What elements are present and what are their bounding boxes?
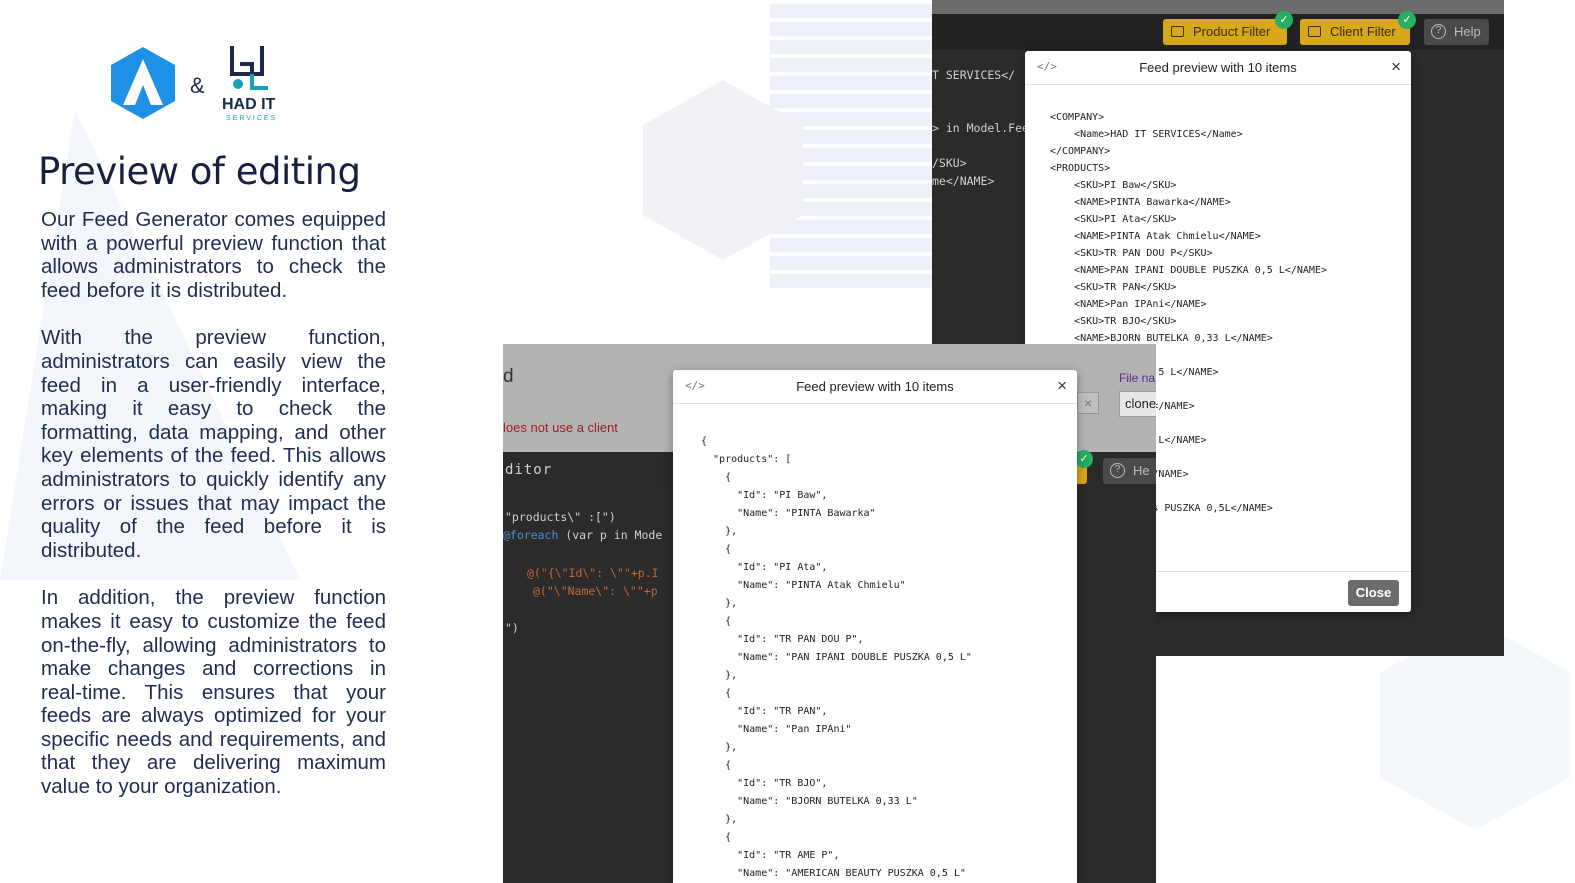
paragraph: In addition, the preview function makes … [41,586,386,799]
code-line: @("{\"Id\": \""+p.I [527,566,659,580]
preview-line: }, [701,598,738,609]
had-it-brand-text: HAD IT [222,96,276,113]
code-line: "products\" :[") [505,510,616,524]
preview-line: <NAME>PINTA Bawarka</NAME> [1050,197,1231,208]
preview-line: <Name>HAD IT SERVICES</Name> [1050,129,1243,140]
json-preview-content: { "products": [ { "Id": "PI Baw", "Name"… [701,433,1077,883]
check-icon: ✓ [1398,11,1416,29]
ampersand: & [190,73,205,98]
client-warning: loes not use a client [503,420,618,435]
slide-title: Preview of editing [38,150,361,193]
had-it-mark-icon [230,46,268,90]
preview-line: { [701,436,708,447]
preview-line: "Id": "TR PAN", [701,706,828,717]
help-label: Help [1454,24,1481,39]
code-text: (var p in Mode [558,528,663,542]
clear-icon[interactable]: × [1077,392,1099,414]
help-label: He [1133,463,1150,478]
preview-line: { [701,616,732,627]
code-fragment: /SKU> [932,156,967,170]
preview-line: "Name": "Pan IPAni" [701,724,852,735]
check-icon: ✓ [1275,11,1293,29]
preview-line: "Id": "PI Baw", [701,490,828,501]
preview-line: { [701,472,732,483]
code-keyword: @foreach [503,528,559,542]
close-button[interactable]: Close [1348,580,1399,606]
paragraph: Our Feed Generator comes equipped with a… [41,208,386,302]
had-it-brand-subtext: SERVICES [226,115,278,122]
help-button[interactable]: ? Help [1424,19,1489,45]
window-top-bar [932,0,1504,14]
code-fragment: > in Model.Fee [932,121,1029,135]
editor-label: ditor [505,462,553,478]
help-button[interactable]: ? He [1103,458,1156,484]
slide-body: Our Feed Generator comes equipped with a… [41,208,386,823]
code-fragment: T SERVICES</ [932,68,1016,82]
preview-line: { [701,688,732,699]
preview-line: </COMPANY> [1050,146,1111,157]
code-line: @("\"Name\": \""+p [533,584,658,598]
preview-line: }, [701,814,738,825]
help-icon: ? [1431,24,1446,39]
paragraph: With the preview function, administrator… [41,326,386,562]
preview-line: <SKU>PI Ata</SKU> [1050,214,1177,225]
client-filter-button[interactable]: Client Filter ✓ [1300,11,1416,45]
preview-line: <SKU>TR BJO</SKU> [1050,316,1177,327]
check-icon: ✓ [1075,450,1093,468]
modal-header: </> Feed preview with 10 items × [1025,51,1411,85]
filter-icon [1171,26,1184,37]
modal-header: </> Feed preview with 10 items × [673,370,1077,404]
client-filter-label: Client Filter [1330,24,1396,39]
preview-line: { [701,544,732,555]
filter-icon [1308,26,1321,37]
modal-title: Feed preview with 10 items [796,379,954,394]
code-line: ") [505,621,519,635]
code-fragment: me</NAME> [932,174,995,188]
had-it-services-logo: HAD IT SERVICES [222,44,282,124]
preview-line: }, [701,742,738,753]
preview-line: }, [701,526,738,537]
preview-line: "Name": "PINTA Bawarka" [701,508,876,519]
preview-line: "Name": "PAN IPANI DOUBLE PUSZKA 0,5 L" [701,652,972,663]
code-line: @foreach (var p in Mode [503,528,662,542]
preview-line: "products": [ [701,454,792,465]
json-preview-modal: </> Feed preview with 10 items × { "prod… [673,370,1077,883]
preview-line: "Name": "BJORN BUTELKA 0,33 L" [701,796,918,807]
close-icon[interactable]: × [1391,57,1401,77]
editor-toolbar: Product Filter ✓ Client Filter ✓ ? Help [932,11,1504,50]
preview-line: <NAME>PINTA Atak Chmielu</NAME> [1050,231,1261,242]
preview-line: { [701,832,732,843]
preview-line: "Name": "PINTA Atak Chmielu" [701,580,906,591]
product-filter-label: Product Filter [1193,24,1271,39]
preview-line: }, [701,670,738,681]
generator-title-fragment: d [503,366,514,387]
preview-line: "Id": "TR BJO", [701,778,828,789]
preview-line: <NAME>Pan IPAni</NAME> [1050,299,1207,310]
preview-line: { [701,760,732,771]
preview-line: <SKU>TR PAN</SKU> [1050,282,1177,293]
help-icon: ? [1110,463,1125,478]
modal-title: Feed preview with 10 items [1139,60,1297,75]
close-icon[interactable]: × [1057,376,1067,396]
ampero-logo-icon [111,47,175,119]
preview-line: <SKU>PI Baw</SKU> [1050,180,1177,191]
file-name-label: File na [1119,371,1156,385]
preview-line: "Name": "AMERICAN BEAUTY PUSZKA 0,5 L" [701,868,966,879]
file-name-input[interactable]: clone [1119,391,1156,417]
preview-line: <PRODUCTS> [1050,163,1111,174]
preview-line: <COMPANY> [1050,112,1105,123]
product-filter-button[interactable]: Product Filter ✓ [1163,11,1293,45]
preview-line: <SKU>TR PAN DOU P</SKU> [1050,248,1213,259]
preview-line: "Id": "TR PAN DOU P", [701,634,864,645]
preview-line: "Id": "TR AME P", [701,850,840,861]
preview-line: <NAME>PAN IPANI DOUBLE PUSZKA 0,5 L</NAM… [1050,265,1327,276]
preview-line: "Id": "PI Ata", [701,562,828,573]
